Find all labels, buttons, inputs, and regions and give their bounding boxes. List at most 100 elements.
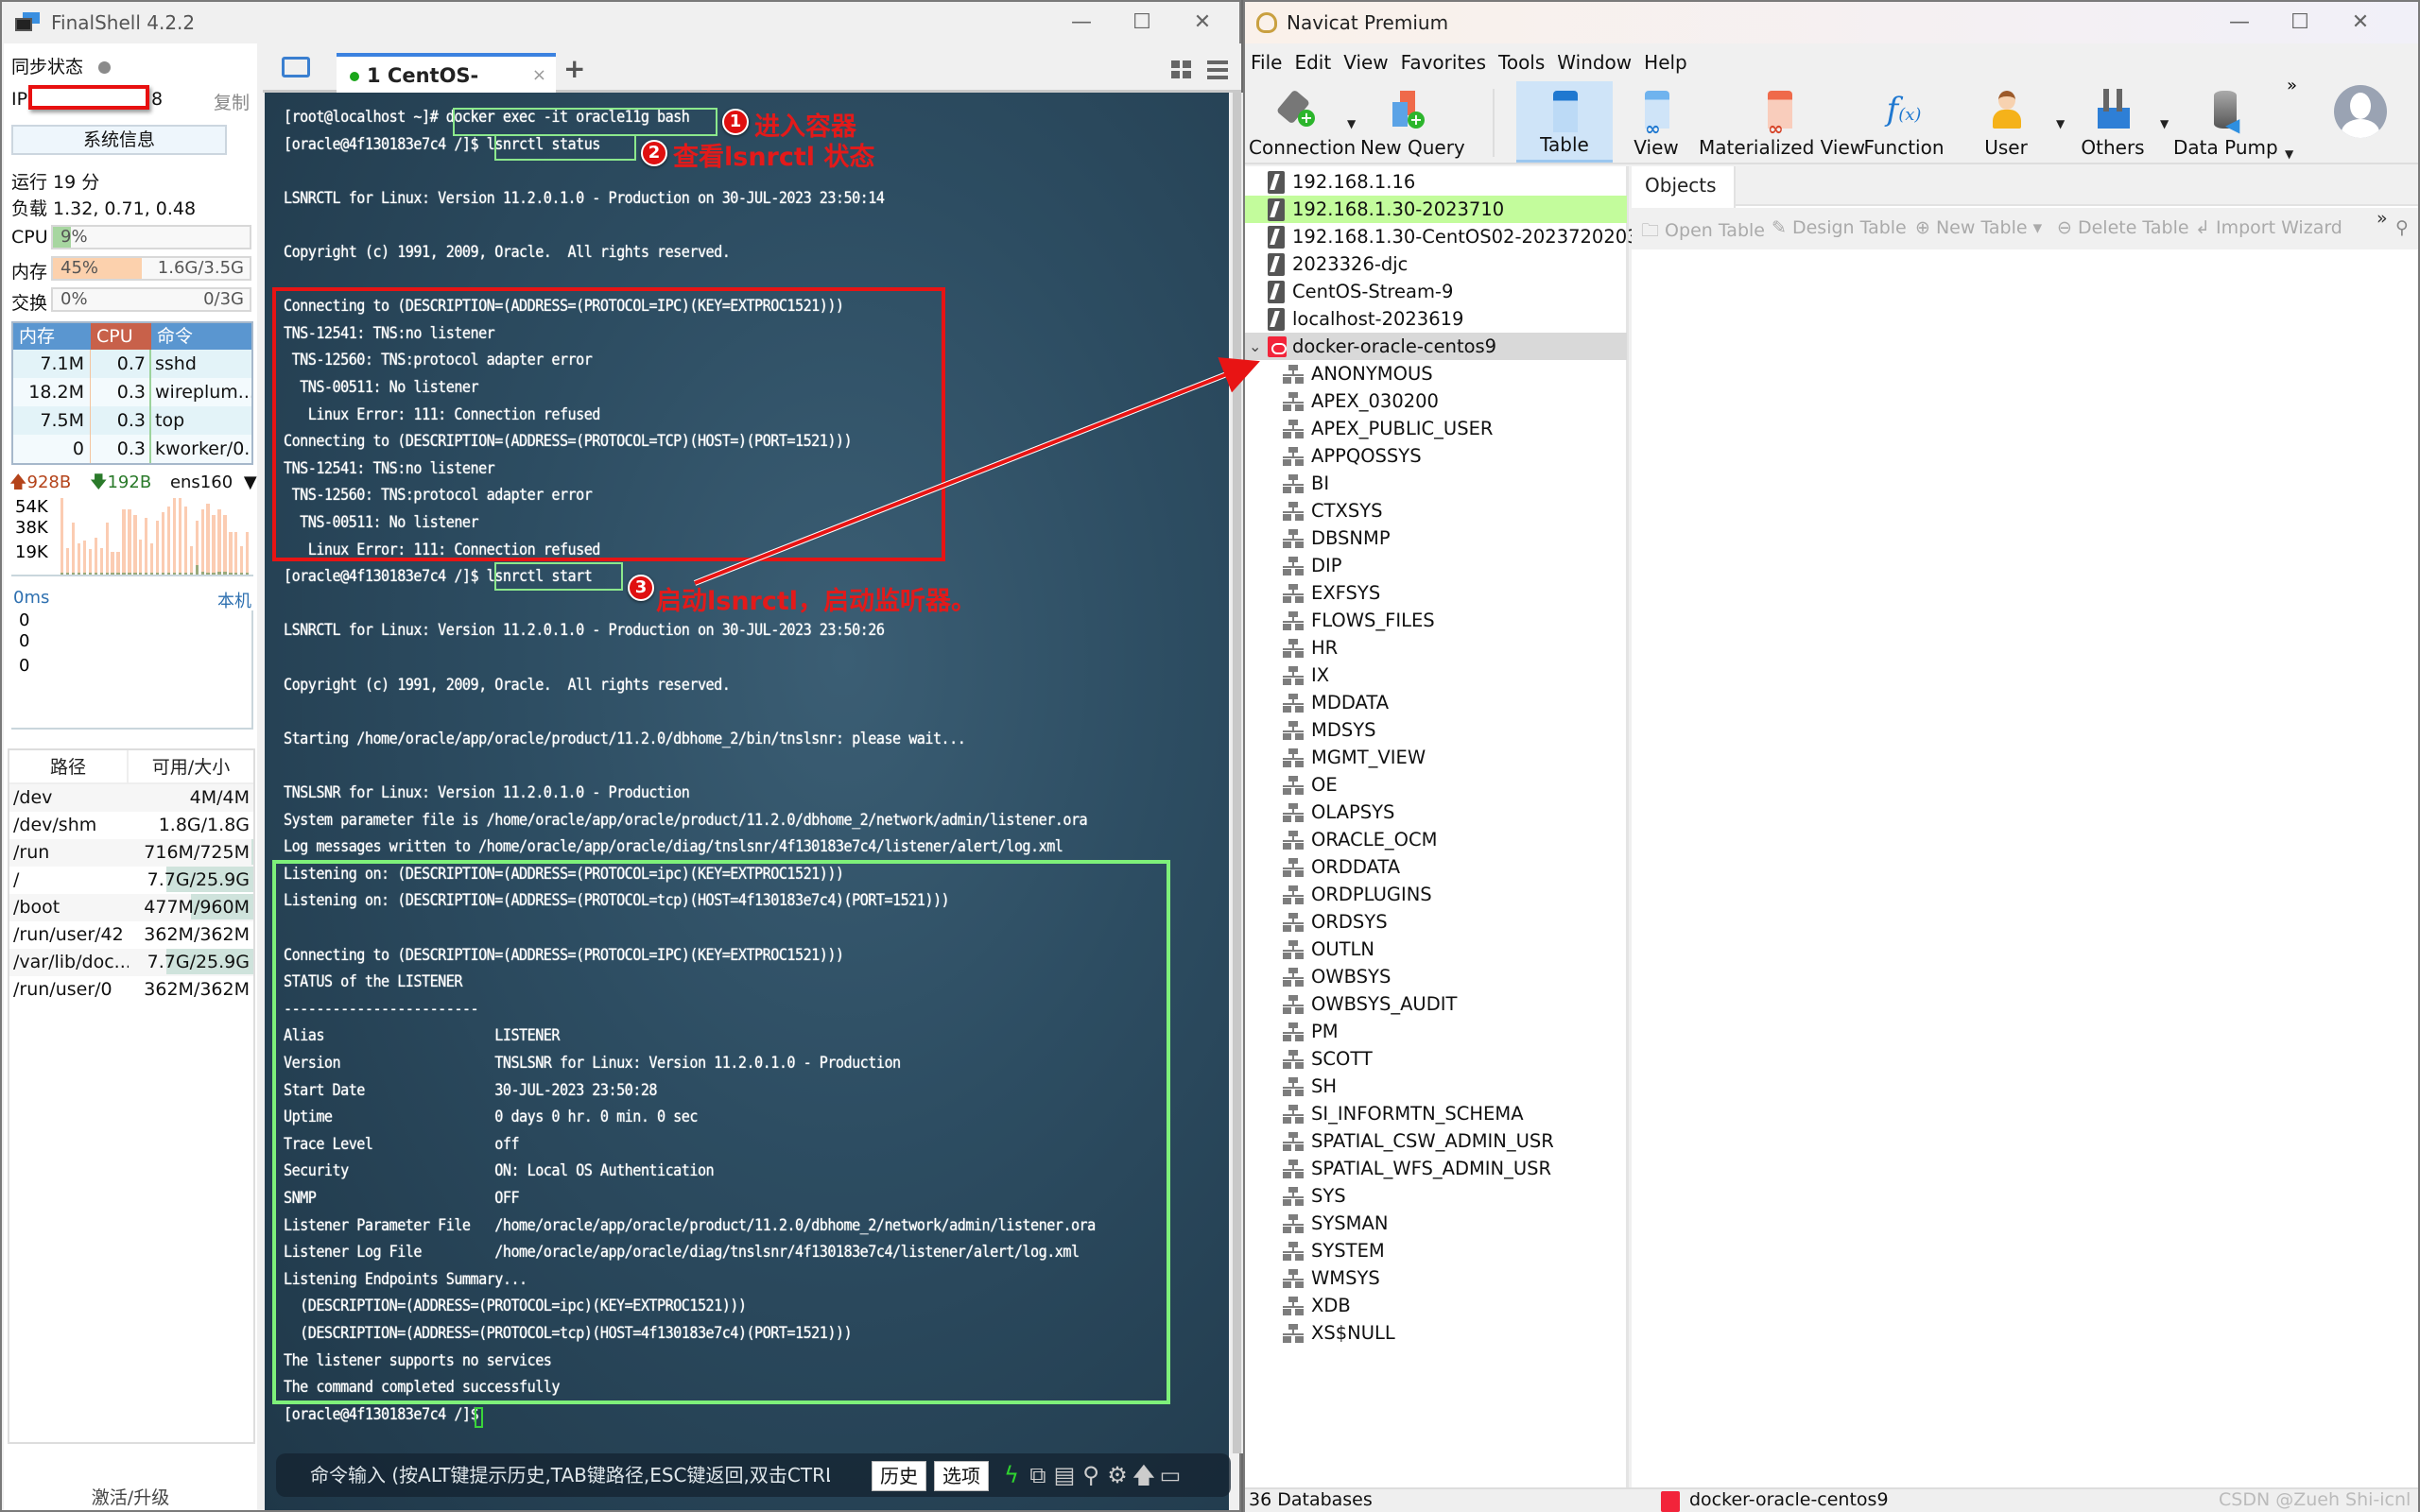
data-pump-dropdown-icon[interactable]: ▼ — [2285, 147, 2293, 161]
objects-toolbar: 🗀 Open Table ✎ Design Table ⊕ New Table … — [1632, 208, 2418, 249]
minimize-button[interactable]: — — [1051, 8, 1112, 38]
upload-bar — [240, 546, 244, 575]
menu-icon[interactable] — [1207, 60, 1228, 79]
connection-dropdown-icon[interactable]: ▼ — [1347, 117, 1356, 130]
lightning-icon[interactable]: ϟ — [998, 1461, 1025, 1489]
connection-item[interactable]: 192.168.1.30-2023710 — [1245, 196, 1627, 223]
col-header-cpu[interactable]: CPU — [91, 323, 151, 350]
col-header-size[interactable]: 可用/大小 — [129, 750, 253, 782]
tab-centos-stream-9[interactable]: 1 CentOS-Stream-9 × — [337, 53, 556, 125]
close-button[interactable]: ✕ — [1172, 8, 1233, 38]
toolbar-table[interactable]: Table — [1516, 81, 1613, 163]
maximize-button[interactable]: ☐ — [1112, 8, 1172, 38]
ping-target[interactable]: 本机 — [217, 588, 251, 612]
objects-overflow-icon[interactable]: » — [2377, 208, 2388, 229]
process-row[interactable]: 7.5M 0.3 top — [13, 406, 251, 435]
menu-favorites[interactable]: Favorites — [1401, 51, 1486, 74]
toolbar-connection[interactable]: + Connection — [1249, 81, 1356, 163]
design-table-button[interactable]: ✎ Design Table — [1772, 217, 1907, 238]
menu-view[interactable]: View — [1343, 51, 1388, 74]
search-icon[interactable]: ⚲ — [2395, 217, 2409, 238]
menu-file[interactable]: File — [1251, 51, 1282, 74]
download-bar — [65, 573, 70, 575]
interface-select[interactable]: ens160 — [170, 472, 233, 492]
add-tab-button[interactable]: + — [563, 53, 585, 84]
scrollbar-thumb[interactable] — [1233, 93, 1241, 1453]
disk-row[interactable]: /boot 477M/960M — [9, 894, 253, 921]
minimize-button[interactable]: — — [2209, 8, 2270, 38]
chevron-down-icon[interactable]: ▼ — [244, 472, 257, 492]
tab-objects[interactable]: Objects — [1632, 166, 1736, 208]
terminal[interactable]: [root@localhost ~]# docker exec -it orac… — [265, 93, 1229, 1510]
connection-item[interactable]: 2023326-djc — [1245, 250, 1627, 278]
copy-ip-link[interactable]: 复制 — [214, 89, 250, 114]
connection-item[interactable]: 192.168.1.16 — [1245, 168, 1627, 196]
toolbar-materialized-view[interactable]: ∞ Materialized View — [1699, 81, 1865, 163]
menu-tools[interactable]: Tools — [1498, 51, 1545, 74]
close-tab-icon[interactable]: × — [532, 57, 546, 94]
disk-size: 362M/362M — [144, 979, 250, 1000]
disk-row[interactable]: /dev/shm 1.8G/1.8G — [9, 812, 253, 839]
disk-row[interactable]: /run/user/42 362M/362M — [9, 921, 253, 949]
menu-edit[interactable]: Edit — [1294, 51, 1331, 74]
terminal-line: TNSLSNR for Linux: Version 11.2.0.1.0 - … — [284, 783, 690, 801]
toolbar-user[interactable]: User — [1963, 81, 2048, 163]
menu-window[interactable]: Window — [1557, 51, 1632, 74]
download-bar — [156, 573, 160, 575]
connection-item[interactable]: CentOS-Stream-9 — [1245, 278, 1627, 305]
toolbar-view[interactable]: ∞ View — [1618, 81, 1694, 163]
process-row[interactable]: 18.2M 0.3 wireplum... — [13, 378, 251, 406]
chevron-down-icon[interactable]: ⌄ — [1249, 333, 1261, 360]
disk-row[interactable]: /run 716M/725M — [9, 839, 253, 867]
command-input[interactable]: 命令输入 (按ALT键提示历史,TAB键路径,ESC键返回,双击CTRL切换) — [310, 1453, 830, 1497]
process-row[interactable]: 0 0.3 kworker/0... — [13, 435, 251, 463]
paste-icon[interactable]: ▤ — [1051, 1461, 1078, 1489]
toolbar-new-query[interactable]: + New Query — [1360, 81, 1465, 163]
history-button[interactable]: 历史 — [872, 1461, 926, 1491]
schema-icon — [1283, 666, 1304, 685]
download-bar — [82, 573, 87, 575]
mysql-connection-icon — [1268, 171, 1285, 194]
account-avatar[interactable] — [2334, 85, 2387, 138]
process-mem: 7.1M — [13, 350, 91, 378]
toolbar-overflow-icon[interactable]: » — [2287, 76, 2297, 95]
maximize-button[interactable]: ☐ — [2270, 8, 2330, 38]
upload-bar — [128, 509, 131, 575]
activate-upgrade-link[interactable]: 激活/升级 — [4, 1484, 257, 1509]
process-row[interactable]: 7.1M 0.7 sshd — [13, 350, 251, 378]
others-dropdown-icon[interactable]: ▼ — [2160, 117, 2169, 130]
search-icon[interactable]: ⚲ — [1078, 1461, 1104, 1489]
copy-icon[interactable]: ⧉ — [1025, 1461, 1051, 1489]
connection-item[interactable]: localhost-2023619 — [1245, 305, 1627, 333]
connection-item[interactable]: 192.168.1.30-CentOS02-20237202035 — [1245, 223, 1651, 250]
connection-item[interactable]: ⌄ docker-oracle-centos9 — [1245, 333, 1627, 360]
window-icon[interactable]: ▭ — [1157, 1461, 1184, 1489]
open-table-button[interactable]: 🗀 Open Table — [1641, 217, 1765, 248]
new-table-button[interactable]: ⊕ New Table ▾ — [1915, 217, 2042, 238]
layout-grid-icon[interactable] — [1171, 60, 1192, 79]
toolbar-function[interactable]: f(x) Function — [1861, 81, 1946, 163]
import-wizard-button[interactable]: ↲ Import Wizard — [2195, 217, 2342, 238]
col-header-memory[interactable]: 内存 — [13, 323, 91, 350]
user-dropdown-icon[interactable]: ▼ — [2056, 117, 2065, 130]
col-header-path[interactable]: 路径 — [9, 750, 129, 782]
connection-tree: 192.168.1.16 192.168.1.30-2023710 192.168.… — [1245, 166, 1651, 1487]
disk-row[interactable]: / 7.7G/25.9G — [9, 867, 253, 894]
disk-row[interactable]: /run/user/0 362M/362M — [9, 976, 253, 1004]
toolbar-data-pump[interactable]: ◀ Data Pump — [2173, 81, 2278, 163]
delete-table-button[interactable]: ⊖ Delete Table — [2057, 217, 2189, 238]
folder-icon[interactable] — [282, 57, 310, 77]
upload-bar — [206, 504, 210, 575]
arrow-up-icon[interactable]: 🡅 — [1131, 1461, 1157, 1489]
disk-row[interactable]: /dev 4M/4M — [9, 784, 253, 812]
gear-icon[interactable]: ⚙ — [1104, 1461, 1131, 1489]
col-header-command[interactable]: 命令 — [151, 323, 251, 350]
system-info-button[interactable]: 系统信息 — [11, 125, 227, 155]
download-bar — [88, 573, 92, 575]
close-button[interactable]: ✕ — [2330, 8, 2391, 38]
disk-row[interactable]: /var/lib/doc... 7.7G/25.9G — [9, 949, 253, 976]
menu-help[interactable]: Help — [1644, 51, 1687, 74]
toolbar-others[interactable]: Others — [2069, 81, 2156, 163]
options-button[interactable]: 选项 — [934, 1461, 989, 1491]
terminal-scrollbar[interactable] — [1231, 93, 1243, 1453]
